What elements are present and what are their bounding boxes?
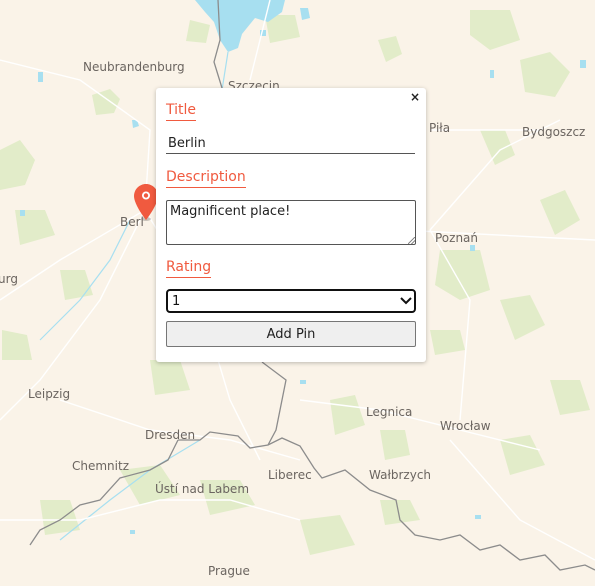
city-label-poznan: Poznań — [435, 231, 479, 245]
add-pin-popup: × Title Description Magnificent place! R… — [156, 88, 426, 362]
city-label-leipzig: Leipzig — [28, 387, 71, 401]
city-label-prague: Prague — [208, 564, 250, 578]
description-textarea[interactable]: Magnificent place! — [166, 200, 416, 245]
city-label-dresden: Dresden — [145, 428, 196, 442]
city-label-chemnitz: Chemnitz — [72, 459, 129, 473]
city-label-walbrzych: Wałbrzych — [369, 468, 432, 482]
rating-select[interactable]: 1 — [166, 289, 416, 313]
rating-label: Rating — [166, 258, 212, 278]
add-pin-button[interactable]: Add Pin — [166, 321, 416, 347]
city-label-burg: urg — [0, 272, 18, 286]
city-label-liberec: Liberec — [268, 468, 312, 482]
city-label-pila: Piła — [429, 121, 451, 135]
popup-close-button[interactable]: × — [410, 89, 420, 105]
city-label-usti: Ústí nad Labem — [155, 482, 250, 496]
chevron-down-icon — [398, 293, 414, 309]
title-input[interactable] — [166, 134, 415, 154]
city-label-bydgoszcz: Bydgoszcz — [522, 125, 586, 139]
location-pin-icon[interactable] — [134, 184, 158, 220]
city-label-wroclaw: Wrocław — [440, 419, 491, 433]
city-label-neubrandenburg: Neubrandenburg — [83, 60, 185, 74]
rating-select-value: 1 — [172, 293, 181, 309]
city-label-legnica: Legnica — [366, 405, 413, 419]
title-label: Title — [166, 101, 197, 121]
textarea-resize-handle[interactable] — [408, 237, 415, 244]
description-label: Description — [166, 168, 246, 188]
